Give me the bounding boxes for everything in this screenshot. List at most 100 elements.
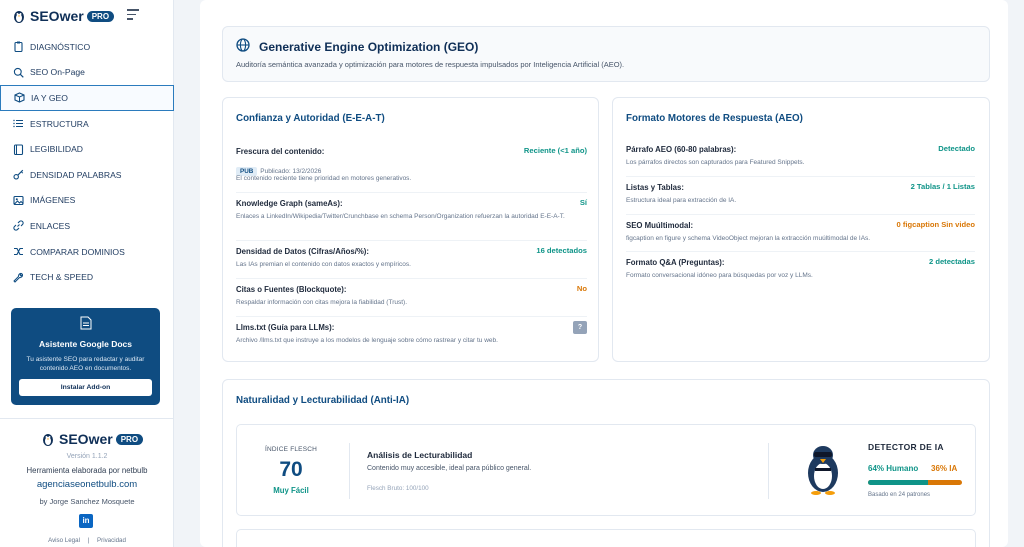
readability-panel: ÍNDICE FLESCH 70 Muy Fácil Análisis de L… — [236, 424, 976, 516]
divider — [768, 443, 769, 499]
metric-value: No — [576, 284, 587, 293]
legal-link[interactable]: Aviso Legal — [48, 537, 80, 544]
detector-note: Basado en 24 patrones — [868, 492, 931, 498]
human-bar-fill — [868, 480, 929, 485]
metric-value: 2 Tablas / 1 Listas — [910, 182, 975, 191]
next-panel — [236, 529, 976, 547]
sidebar: SEOwer PRO DIAGNÓSTICO SEO On-Page IA Y GE… — [0, 0, 174, 547]
link-icon — [13, 220, 24, 232]
metric-description: Las IAs premian el contenido con datos e… — [236, 261, 411, 268]
metric-value: Reciente (<1 año) — [523, 146, 587, 155]
google-docs-promo: Asistente Google Docs Tu asistente SEO p… — [11, 308, 160, 405]
legal-links: Aviso Legal | Privacidad — [0, 537, 174, 544]
flesch-rating: Muy Fácil — [273, 486, 309, 495]
main-nav: DIAGNÓSTICO SEO On-Page IA Y GEO ESTRUCTURA… — [0, 34, 174, 290]
nav-item-enlaces[interactable]: ENLACES — [0, 213, 174, 239]
metric-description: Enlaces a LinkedIn/Wikipedia/Twitter/Cru… — [236, 213, 565, 220]
metric-value: Sí — [579, 198, 587, 207]
penguin-mascot-icon — [808, 446, 838, 495]
author-text: by Jorge Sanchez Mosquete — [39, 497, 135, 506]
wrench-icon — [13, 272, 24, 283]
footer-pro-badge: PRO — [115, 433, 144, 445]
nav-item-label: ENLACES — [30, 220, 71, 231]
privacy-link[interactable]: Privacidad — [97, 537, 126, 544]
nav-item-densidad-palabras[interactable]: DENSIDAD PALABRAS — [0, 162, 174, 188]
aeo-title: Formato Motores de Respuesta (AEO) — [626, 113, 803, 124]
metric-value: Detectado — [938, 144, 975, 153]
metric-label: Frescura del contenido: — [236, 147, 325, 156]
linkedin-icon[interactable]: in — [79, 514, 93, 528]
nav-item-label: ESTRUCTURA — [30, 118, 89, 129]
install-addon-button[interactable]: Instalar Add-on — [19, 379, 152, 396]
brand-logo[interactable]: SEOwer PRO — [11, 8, 115, 24]
nav-item-comparar-dominios[interactable]: COMPARAR DOMINIOS — [0, 239, 174, 265]
analysis-text: Contenido muy accesible, ideal para públ… — [367, 465, 532, 472]
metric-label: Knowledge Graph (sameAs): — [236, 199, 343, 208]
ai-percent: 36% IA — [931, 464, 958, 473]
version-text: Versión 1.1.2 — [66, 453, 108, 460]
ai-detector-title: DETECTOR DE IA — [868, 442, 944, 452]
nav-item-seo-on-page[interactable]: SEO On-Page — [0, 60, 174, 86]
metric-label: Listas y Tablas: — [626, 183, 684, 192]
book-icon — [13, 144, 24, 155]
eeat-card: Confianza y Autoridad (E-E-A-T) Frescura… — [222, 97, 599, 362]
made-by-text: Herramienta elaborada por netbulb — [26, 466, 148, 475]
divider — [349, 443, 350, 499]
metric-value: 0 figcaption Sin video — [896, 220, 975, 229]
search-icon — [13, 67, 24, 78]
eeat-title: Confianza y Autoridad (E-E-A-T) — [236, 113, 385, 124]
nav-item-tech-speed[interactable]: TECH & SPEED — [0, 264, 174, 290]
unknown-status-badge[interactable]: ? — [573, 321, 587, 334]
metric-description: Respaldar información con citas mejora l… — [236, 299, 407, 306]
brand-name: SEOwer — [30, 8, 84, 24]
agency-link[interactable]: agenciaseonetbulb.com — [0, 479, 174, 490]
metric-value: 16 detectados — [536, 246, 587, 255]
metric-label: Densidad de Datos (Cifras/Años/%): — [236, 247, 370, 256]
footer-brand-name: SEOwer — [59, 431, 113, 447]
nav-item-imágenes[interactable]: IMÁGENES — [0, 188, 174, 214]
flesch-score: 70 — [279, 458, 303, 481]
list-icon — [13, 119, 23, 128]
page-title: Generative Engine Optimization (GEO) — [259, 40, 479, 54]
metric-description: El contenido reciente tiene prioridad en… — [236, 175, 412, 182]
promo-title: Asistente Google Docs — [38, 339, 133, 349]
divider — [236, 192, 587, 193]
nav-item-label: COMPARAR DOMINIOS — [30, 246, 125, 257]
divider — [236, 240, 587, 241]
nav-item-label: DENSIDAD PALABRAS — [30, 169, 122, 180]
legal-separator: | — [87, 537, 90, 544]
key-icon — [13, 170, 24, 180]
flesch-raw: Flesch Bruto: 100/100 — [367, 485, 429, 492]
divider — [626, 176, 975, 177]
pro-badge: PRO — [86, 10, 115, 22]
nav-item-label: IMÁGENES — [30, 195, 76, 206]
nav-item-diagnóstico[interactable]: DIAGNÓSTICO — [0, 34, 174, 60]
metric-value: 2 detectadas — [928, 257, 975, 266]
nav-item-estructura[interactable]: ESTRUCTURA — [0, 111, 174, 137]
promo-text: Tu asistente SEO para redactar y auditar… — [26, 356, 145, 372]
nav-item-label: IA Y GEO — [31, 92, 68, 103]
geo-header-card: Generative Engine Optimization (GEO) Aud… — [222, 26, 990, 82]
metric-label: Párrafo AEO (60-80 palabras): — [626, 145, 737, 154]
human-percent: 64% Humano — [868, 464, 919, 473]
nav-item-label: TECH & SPEED — [30, 272, 94, 283]
footer-logo: SEOwer PRO — [40, 431, 144, 447]
globe-icon — [236, 38, 250, 52]
divider — [626, 214, 975, 215]
metric-description: Los párrafos directos son capturados par… — [626, 159, 805, 166]
nav-item-ia-y-geo[interactable]: IA Y GEO — [0, 85, 174, 111]
nav-item-legibilidad[interactable]: LEGIBILIDAD — [0, 136, 174, 162]
divider — [626, 251, 975, 252]
aeo-card: Formato Motores de Respuesta (AEO) Párra… — [612, 97, 990, 362]
metric-description: Archivo /llms.txt que instruye a los mod… — [236, 337, 498, 344]
nav-item-label: SEO On-Page — [30, 67, 85, 78]
metric-description: Estructura ideal para extracción de IA. — [626, 197, 737, 204]
menu-toggle-icon[interactable] — [127, 9, 139, 20]
divider — [236, 316, 587, 317]
penguin-icon — [14, 11, 24, 23]
clipboard-icon — [14, 41, 23, 53]
metric-label: Formato Q&A (Preguntas): — [626, 258, 725, 267]
metric-label: Llms.txt (Guía para LLMs): — [236, 323, 335, 332]
analysis-title: Análisis de Lecturabilidad — [367, 450, 473, 460]
metric-label: SEO Muúltimodal: — [626, 221, 694, 230]
